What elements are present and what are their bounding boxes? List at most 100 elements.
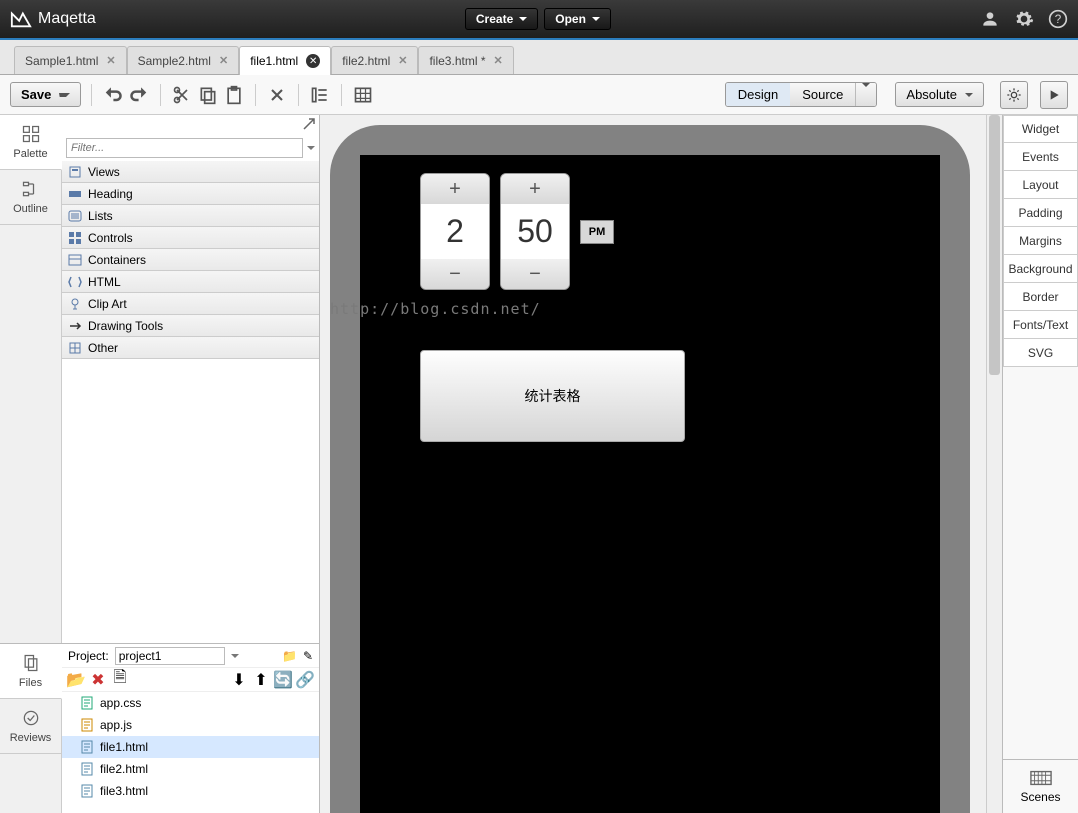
palette-category-label: Clip Art [88,297,127,311]
download-icon[interactable]: ⬇ [231,672,247,688]
canvas-scroll[interactable]: + 2 − + 50 − PM http://blog.csdn.net/ 统计… [320,115,1002,813]
app-logo: Maqetta [10,8,96,30]
delete-file-icon[interactable]: ✖ [90,672,106,688]
palette-category[interactable]: Lists [62,205,319,227]
palette-category[interactable]: Drawing Tools [62,315,319,337]
project-select[interactable] [115,647,225,665]
scenes-tab[interactable]: Scenes [1003,759,1078,813]
copy-icon[interactable] [197,84,219,106]
palette-filter-input[interactable] [66,138,303,158]
open-menu-button[interactable]: Open [544,8,611,30]
property-tab[interactable]: Widget [1003,115,1078,143]
undo-icon[interactable] [102,84,124,106]
property-tab[interactable]: Layout [1003,171,1078,199]
new-file-icon[interactable]: 🗎 [112,672,128,688]
upload-icon[interactable]: ⬆ [253,672,269,688]
palette-category[interactable]: HTML [62,271,319,293]
files-toolbar: 📂 ✖ 🗎 ⬇ ⬆ 🔄 🔗 [62,668,319,692]
property-tab[interactable]: Padding [1003,199,1078,227]
gear-icon[interactable] [1014,9,1034,29]
help-icon[interactable]: ? [1048,9,1068,29]
watermark-text: http://blog.csdn.net/ [330,300,541,318]
close-icon[interactable]: ✕ [106,54,115,67]
panel-collapse-icon[interactable] [62,115,319,135]
chevron-down-icon[interactable] [307,146,315,150]
design-canvas: + 2 − + 50 − PM http://blog.csdn.net/ 统计… [320,115,1002,813]
stats-table-button[interactable]: 统计表格 [420,350,685,442]
file-tree-item[interactable]: file2.html [62,758,319,780]
scrollbar-thumb[interactable] [989,115,1000,375]
file-tab-label: file2.html [342,54,390,68]
paste-icon[interactable] [223,84,245,106]
minute-increment-button[interactable]: + [501,174,569,204]
link-icon[interactable]: 🔗 [297,672,313,688]
refresh-icon[interactable]: 🔄 [275,672,291,688]
main-toolbar: Save Design Source Absolute [0,75,1078,115]
palette-category[interactable]: Containers [62,249,319,271]
palette-category-list: ViewsHeading Lists ControlsContainers HTML C… [62,161,319,643]
theme-editor-icon[interactable] [309,84,331,106]
redo-icon[interactable] [128,84,150,106]
outline-tab[interactable]: Outline [0,170,61,225]
palette-category[interactable]: Other [62,337,319,359]
close-icon[interactable]: ✕ [494,54,503,67]
close-icon[interactable]: ✕ [398,54,407,67]
view-mode-menu[interactable] [855,83,876,106]
palette-category-label: Lists [88,209,113,223]
property-tab[interactable]: SVG [1003,339,1078,367]
hour-decrement-button[interactable]: − [421,259,489,289]
files-panel: Project: 📁 ✎ 📂 ✖ 🗎 ⬇ ⬆ 🔄 🔗 [62,644,319,813]
file-tab[interactable]: file1.html✕ [239,46,331,75]
palette-category[interactable]: Heading [62,183,319,205]
layout-mode-dropdown[interactable]: Absolute [895,82,984,107]
cut-icon[interactable] [171,84,193,106]
delete-icon[interactable] [266,84,288,106]
category-icon [68,209,82,223]
property-tab[interactable]: Events [1003,143,1078,171]
settings-button[interactable] [1000,81,1028,109]
category-icon [68,297,82,311]
file-tree-item[interactable]: file3.html [62,780,319,802]
source-toggle[interactable]: Source [790,83,855,106]
preview-button[interactable] [1040,81,1068,109]
file-tab[interactable]: Sample1.html✕ [14,46,127,74]
minute-value[interactable]: 50 [501,204,569,259]
minute-decrement-button[interactable]: − [501,259,569,289]
palette-category[interactable]: Controls [62,227,319,249]
property-tab[interactable]: Background [1003,255,1078,283]
property-tab[interactable]: Margins [1003,227,1078,255]
property-tab[interactable]: Border [1003,283,1078,311]
files-tab[interactable]: Files [0,644,62,699]
file-tab[interactable]: file2.html ✕ [331,46,418,74]
user-icon[interactable] [980,9,1000,29]
category-icon [68,319,82,333]
edit-project-icon[interactable]: ✎ [303,649,313,663]
design-toggle[interactable]: Design [726,83,790,106]
file-icon [80,696,94,710]
palette-category[interactable]: Clip Art [62,293,319,315]
palette-tab[interactable]: Palette [0,115,62,170]
open-folder-icon[interactable]: 📂 [68,672,84,688]
file-tab[interactable]: file3.html *✕ [418,46,513,74]
file-tree-item[interactable]: file1.html [62,736,319,758]
vertical-scrollbar[interactable] [986,115,1002,813]
file-icon [80,740,94,754]
property-tab[interactable]: Fonts/Text [1003,311,1078,339]
hour-increment-button[interactable]: + [421,174,489,204]
file-tree-item[interactable]: app.css [62,692,319,714]
create-menu-button[interactable]: Create [465,8,538,30]
palette-category[interactable]: Views [62,161,319,183]
close-icon[interactable]: ✕ [306,54,320,68]
chevron-down-icon[interactable] [231,654,239,658]
file-tree-item[interactable]: app.js [62,714,319,736]
table-icon[interactable] [352,84,374,106]
hour-value[interactable]: 2 [421,204,489,259]
ampm-toggle[interactable]: PM [580,220,614,244]
new-project-icon[interactable]: 📁 [282,649,297,663]
file-tab[interactable]: Sample2.html✕ [127,46,240,74]
palette-category-label: HTML [88,275,121,289]
save-button[interactable]: Save [10,82,81,107]
device-screen: + 2 − + 50 − PM http://blog.csdn.net/ 统计… [360,155,940,813]
reviews-tab[interactable]: Reviews [0,699,61,754]
close-icon[interactable]: ✕ [219,54,228,67]
